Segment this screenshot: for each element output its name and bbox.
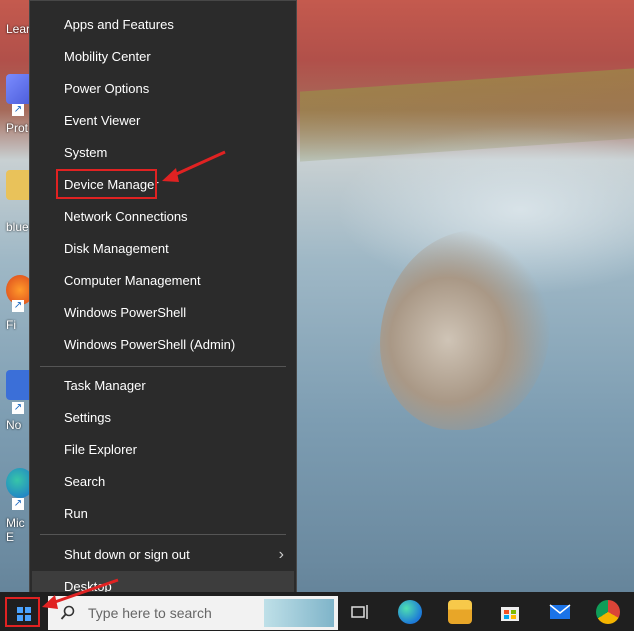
chevron-right-icon: › [278, 546, 284, 563]
wallpaper-field [300, 68, 634, 162]
shortcut-arrow-icon: ↗ [12, 300, 24, 312]
windows-logo-icon [17, 607, 31, 621]
menu-separator [40, 534, 286, 535]
menu-item-computer-management[interactable]: Computer Management [32, 265, 294, 297]
search-placeholder: Type here to search [88, 605, 212, 621]
menu-item-network-connections[interactable]: Network Connections [32, 201, 294, 233]
menu-item-search[interactable]: Search [32, 466, 294, 498]
menu-item-disk-management[interactable]: Disk Management [32, 233, 294, 265]
desktop-icon-label[interactable]: No [6, 418, 21, 432]
menu-item-system[interactable]: System [32, 137, 294, 169]
menu-item-power-options[interactable]: Power Options [32, 73, 294, 105]
desktop-icon-label[interactable]: blue [6, 220, 29, 234]
power-user-menu: Apps and Features Mobility Center Power … [29, 0, 297, 610]
menu-item-windows-powershell[interactable]: Windows PowerShell [32, 297, 294, 329]
shortcut-arrow-icon: ↗ [12, 402, 24, 414]
menu-item-apps-and-features[interactable]: Apps and Features [32, 9, 294, 41]
task-view-icon[interactable] [348, 600, 372, 624]
menu-item-settings[interactable]: Settings [32, 402, 294, 434]
search-highlight-image [264, 599, 334, 627]
menu-separator [40, 366, 286, 367]
shortcut-arrow-icon: ↗ [12, 104, 24, 116]
taskbar-search-box[interactable]: Type here to search [48, 596, 338, 630]
shortcut-arrow-icon: ↗ [12, 498, 24, 510]
chrome-icon[interactable] [596, 600, 620, 624]
menu-item-event-viewer[interactable]: Event Viewer [32, 105, 294, 137]
desktop-icon-label[interactable]: Mic E [6, 516, 25, 544]
menu-item-run[interactable]: Run [32, 498, 294, 530]
edge-icon[interactable] [398, 600, 422, 624]
menu-item-label: Shut down or sign out [64, 547, 190, 562]
desktop-icon-label[interactable]: Prot [6, 121, 28, 135]
start-button[interactable] [5, 597, 40, 627]
menu-item-mobility-center[interactable]: Mobility Center [32, 41, 294, 73]
search-icon [60, 605, 75, 620]
mail-icon[interactable] [548, 600, 572, 624]
menu-item-task-manager[interactable]: Task Manager [32, 370, 294, 402]
menu-item-file-explorer[interactable]: File Explorer [32, 434, 294, 466]
desktop-icon-label[interactable]: Fi [6, 318, 16, 332]
menu-item-shut-down[interactable]: Shut down or sign out › [32, 539, 294, 571]
menu-item-windows-powershell-admin[interactable]: Windows PowerShell (Admin) [32, 329, 294, 361]
device-manager-highlight [56, 169, 157, 199]
store-icon[interactable] [498, 600, 522, 624]
wallpaper-ridge [380, 230, 550, 430]
file-explorer-icon[interactable] [448, 600, 472, 624]
